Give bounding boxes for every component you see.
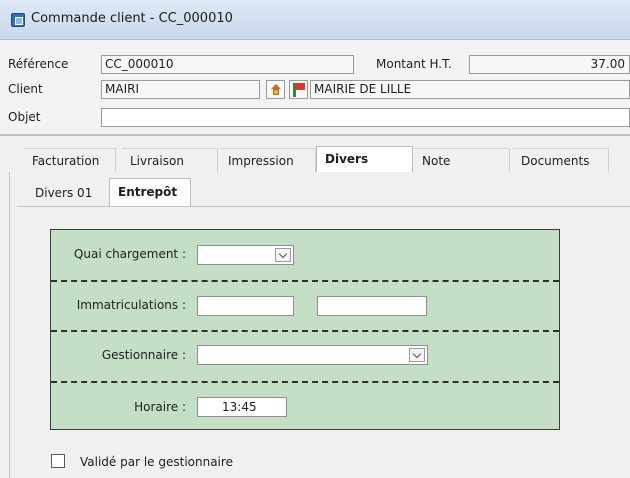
quai-select[interactable] <box>197 245 294 265</box>
horaire-label: Horaire : <box>134 400 186 414</box>
flag-icon <box>293 83 305 97</box>
divider <box>51 330 559 332</box>
quai-dropdown-button[interactable] <box>275 248 291 262</box>
subtab-entrepot[interactable]: Entrepôt <box>109 178 191 207</box>
tab-livraison[interactable]: Livraison <box>122 148 218 174</box>
client-home-button[interactable] <box>266 80 285 99</box>
client-name-field[interactable]: MAIRIE DE LILLE <box>310 80 630 99</box>
horaire-field[interactable]: 13:45 <box>197 397 287 417</box>
gestionnaire-label: Gestionnaire : <box>101 348 186 362</box>
valide-label: Validé par le gestionnaire <box>80 455 233 469</box>
gestionnaire-select[interactable] <box>197 345 428 365</box>
immat-label: Immatriculations : <box>76 298 186 312</box>
immat-field-2[interactable] <box>317 296 427 316</box>
client-status-button[interactable] <box>289 80 308 99</box>
quai-label: Quai chargement : <box>73 247 186 261</box>
immat-field-1[interactable] <box>197 296 294 316</box>
tab-divers[interactable]: Divers <box>316 146 413 173</box>
title-bar: Commande client - CC_000010 <box>0 0 630 40</box>
subtab-divers-01[interactable]: Divers 01 <box>27 180 109 207</box>
reference-field[interactable]: CC_000010 <box>101 55 354 74</box>
client-code-field[interactable]: MAIRI <box>101 80 260 99</box>
client-label: Client <box>8 82 43 96</box>
objet-label: Objet <box>8 110 41 124</box>
subtab-separator <box>17 206 630 207</box>
montant-label: Montant H.T. <box>376 57 452 71</box>
tab-facturation[interactable]: Facturation <box>24 148 116 174</box>
window-title: Commande client - CC_000010 <box>31 11 233 26</box>
objet-field[interactable] <box>101 108 630 127</box>
document-icon <box>11 13 25 27</box>
house-icon <box>271 84 281 95</box>
reference-label: Référence <box>8 57 69 71</box>
tab-documents[interactable]: Documents <box>513 148 609 174</box>
montant-field[interactable]: 37.00 <box>469 55 630 74</box>
divider <box>51 280 559 282</box>
tab-impression[interactable]: Impression <box>220 148 316 174</box>
divider <box>51 381 559 383</box>
tab-note[interactable]: Note <box>414 148 510 174</box>
gestionnaire-dropdown-button[interactable] <box>409 348 425 362</box>
valide-checkbox[interactable] <box>51 454 65 468</box>
chevron-down-icon <box>412 349 422 359</box>
chevron-down-icon <box>278 249 288 259</box>
